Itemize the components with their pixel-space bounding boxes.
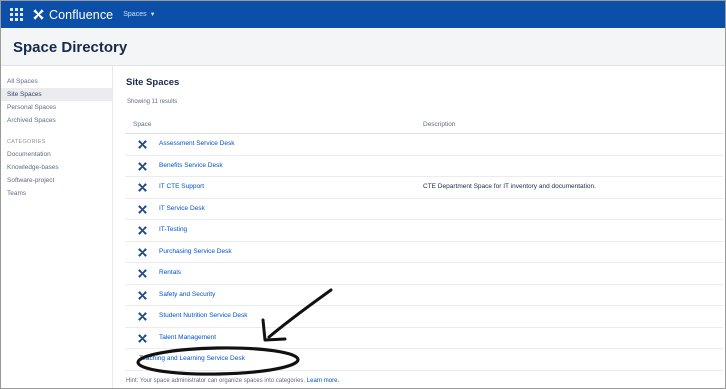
main-content: Site Spaces Showing 11 results Space Des… — [119, 66, 725, 388]
learn-more-link[interactable]: Learn more. — [307, 378, 339, 384]
column-header-description: Description — [423, 121, 456, 128]
space-logo-icon[interactable] — [137, 268, 148, 279]
table-row[interactable]: IT-Testing — [125, 220, 723, 242]
sidebar-category-software-project[interactable]: Software-project — [1, 174, 112, 187]
space-name-link[interactable]: IT-Testing — [159, 226, 187, 233]
table-row[interactable]: Rentals — [125, 263, 723, 285]
space-name-link[interactable]: Safety and Security — [159, 291, 215, 298]
sidebar-item-site-spaces[interactable]: Site Spaces — [1, 88, 112, 101]
hint-text: Hint: Your space administrator can organ… — [126, 378, 339, 384]
space-logo-icon[interactable] — [137, 139, 148, 150]
table-row[interactable]: Student Nutrition Service Desk — [125, 306, 723, 328]
space-logo-icon[interactable] — [137, 333, 148, 344]
space-name-link[interactable]: IT CTE Support — [159, 183, 204, 190]
sidebar: All Spaces Site Spaces Personal Spaces A… — [1, 66, 113, 388]
table-row[interactable]: IT CTE Support CTE Department Space for I… — [125, 177, 723, 199]
hint-message: Hint: Your space administrator can organ… — [126, 378, 306, 384]
space-name-link[interactable]: Benefits Service Desk — [159, 162, 223, 169]
table-row[interactable]: IT Service Desk — [125, 199, 723, 220]
section-title: Site Spaces — [126, 77, 180, 88]
space-name-link[interactable]: Teaching and Learning Service Desk — [139, 355, 245, 362]
table-row[interactable]: Teaching and Learning Service Desk — [125, 349, 723, 371]
confluence-window: Confluence Spaces ▼ Space Directory All … — [0, 0, 726, 389]
sidebar-category-documentation[interactable]: Documentation — [1, 148, 112, 161]
results-count: Showing 11 results — [127, 99, 178, 105]
chevron-down-icon: ▼ — [149, 11, 156, 18]
table-row[interactable]: Talent Management — [125, 328, 723, 349]
space-name-link[interactable]: Assessment Service Desk — [159, 140, 235, 147]
page-title: Space Directory — [13, 39, 128, 56]
sidebar-item-personal-spaces[interactable]: Personal Spaces — [1, 101, 112, 114]
sidebar-item-archived-spaces[interactable]: Archived Spaces — [1, 114, 112, 127]
space-logo-icon[interactable] — [137, 290, 148, 301]
space-name-link[interactable]: Student Nutrition Service Desk — [159, 312, 248, 319]
space-logo-icon[interactable] — [137, 204, 148, 215]
app-switcher-icon[interactable] — [10, 7, 24, 22]
spaces-menu-button[interactable]: Spaces ▼ — [123, 11, 155, 18]
sidebar-category-knowledge-bases[interactable]: Knowledge-bases — [1, 161, 112, 174]
table-row[interactable]: Assessment Service Desk — [125, 134, 723, 156]
space-name-link[interactable]: Purchasing Service Desk — [159, 248, 232, 255]
space-logo-icon[interactable] — [137, 247, 148, 258]
categories-heading: CATEGORIES — [7, 139, 46, 145]
space-name-link[interactable]: Talent Management — [159, 334, 216, 341]
column-header-space: Space — [133, 121, 152, 128]
space-name-link[interactable]: IT Service Desk — [159, 205, 205, 212]
space-name-link[interactable]: Rentals — [159, 269, 181, 276]
space-logo-icon[interactable] — [137, 225, 148, 236]
sidebar-item-all-spaces[interactable]: All Spaces — [1, 75, 112, 88]
space-logo-icon[interactable] — [137, 182, 148, 193]
confluence-x-icon — [33, 9, 44, 20]
spaces-menu-label: Spaces — [123, 11, 147, 18]
app-name: Confluence — [49, 7, 114, 22]
top-navigation-bar: Confluence Spaces ▼ — [1, 1, 725, 28]
confluence-logo[interactable]: Confluence — [32, 8, 113, 22]
table-row[interactable]: Benefits Service Desk — [125, 156, 723, 177]
space-logo-icon[interactable] — [137, 161, 148, 172]
space-logo-icon[interactable] — [137, 311, 148, 322]
table-row[interactable]: Safety and Security — [125, 285, 723, 306]
space-description: CTE Department Space for IT inventory an… — [423, 183, 596, 190]
table-row[interactable]: Purchasing Service Desk — [125, 242, 723, 263]
sidebar-category-teams[interactable]: Teams — [1, 187, 112, 200]
page-header: Space Directory — [1, 28, 725, 66]
